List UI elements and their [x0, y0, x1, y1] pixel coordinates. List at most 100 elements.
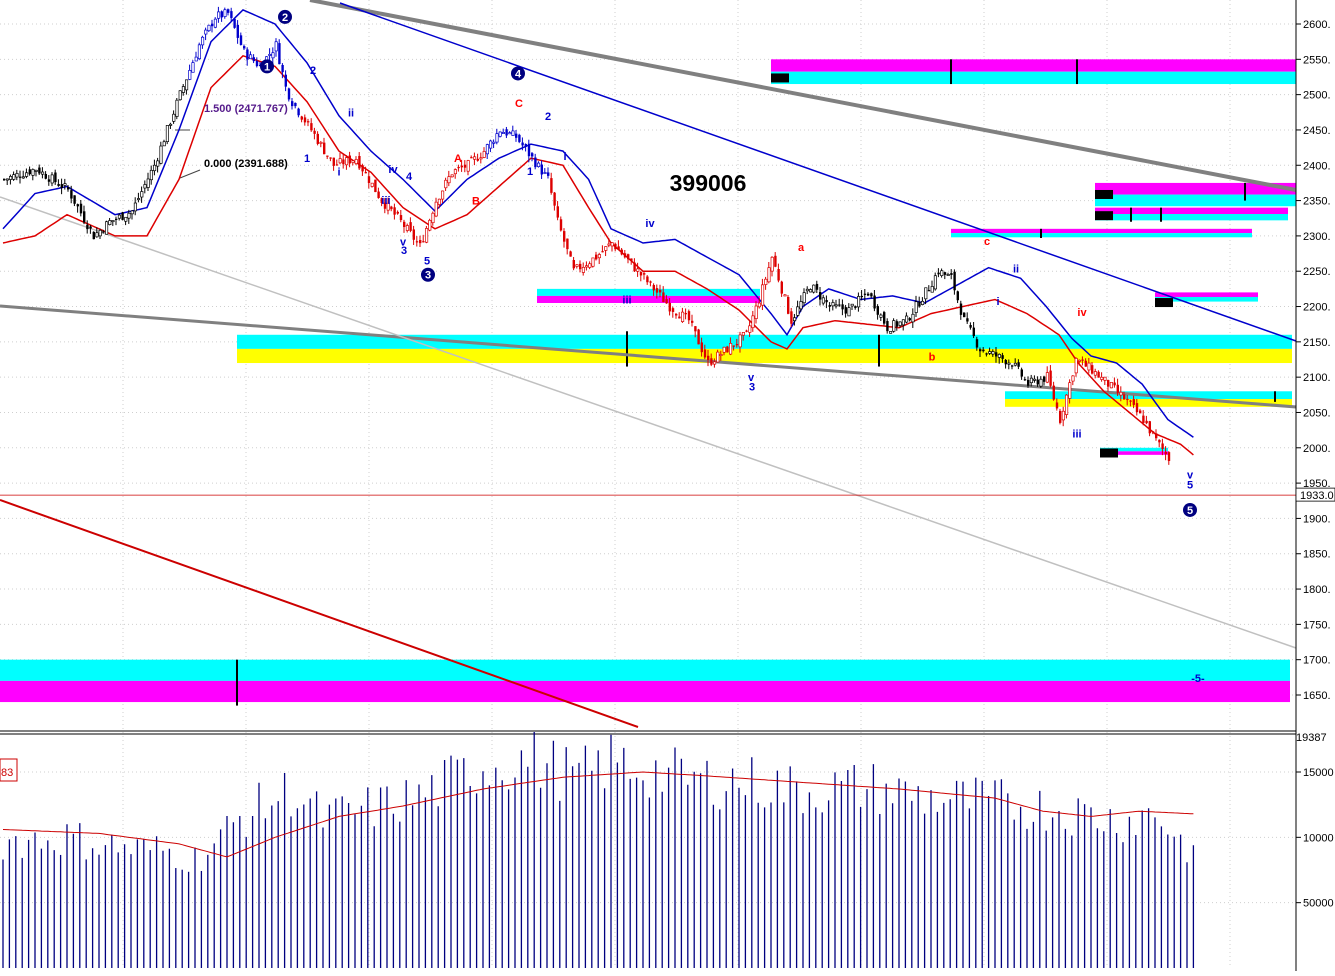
candle-body-down: [867, 293, 870, 296]
axis-tick-label: 2300.: [1303, 231, 1331, 243]
candle-body-down: [236, 24, 239, 38]
candle-body-down: [687, 311, 691, 321]
candle-body-down: [297, 108, 300, 116]
candle-body-down: [531, 153, 534, 157]
wave-label: A: [454, 153, 462, 165]
candle-body-up: [591, 257, 595, 267]
candle-body-down: [710, 358, 713, 365]
candle-body-down: [863, 293, 867, 295]
candle-body-down: [937, 272, 940, 275]
candle-body-up: [805, 288, 809, 292]
candle-body-up: [892, 320, 896, 332]
candle-body-down: [230, 11, 233, 18]
candle-body-down: [255, 60, 259, 67]
candle-body-down: [364, 172, 367, 174]
candle-body-down: [841, 304, 844, 310]
candle-body-up: [197, 44, 201, 60]
candle-body-up: [930, 286, 934, 293]
candle-body-down: [476, 158, 479, 161]
candle-body-up: [783, 294, 787, 297]
candle-body-down: [975, 339, 979, 348]
candle-body-up: [213, 18, 217, 28]
candle-body-up: [1100, 376, 1104, 380]
candle-body-up: [249, 54, 253, 60]
candle-body-up: [713, 361, 717, 365]
candle-body-down: [246, 49, 249, 60]
candle-body-down: [1142, 415, 1145, 423]
candle-body-down: [524, 144, 527, 147]
candle-body-up: [597, 254, 601, 259]
volume-max-label: 19387: [1296, 732, 1327, 744]
candle-body-up: [338, 158, 342, 164]
candle-body-up: [850, 303, 854, 307]
chart-svg: 1234521iii iv4iiiv35ABC2i1iviiiv3abciiiiv…: [0, 0, 1335, 971]
candle-body-down: [313, 130, 316, 134]
zone-marker-block: [1095, 189, 1113, 199]
candle-body-up: [162, 141, 166, 147]
candle-body-down: [953, 271, 956, 291]
zone-band-0: [237, 348, 1292, 364]
candle-body-up: [21, 176, 25, 179]
candle-body-up: [575, 264, 579, 267]
candle-body-down: [870, 293, 873, 297]
candle-body-down: [665, 299, 668, 304]
candle-body-down: [678, 316, 681, 319]
candle-body-up: [130, 210, 134, 215]
candle-body-down: [121, 212, 124, 220]
candle-body-up: [191, 62, 195, 73]
candle-body-down: [54, 172, 57, 183]
candle-body-up: [933, 275, 937, 290]
candle-body-down: [342, 159, 345, 165]
candle-body-down: [396, 211, 399, 214]
candle-body-down: [652, 284, 655, 291]
candle-body-down: [278, 43, 281, 65]
candle-body-down: [329, 157, 332, 159]
candle-body-down: [291, 101, 294, 107]
candle-body-down: [76, 204, 79, 207]
axis-tick-label: 2100.: [1303, 372, 1331, 384]
candle-body-down: [883, 312, 886, 324]
candle-body-down: [422, 241, 425, 243]
candle-body-up: [921, 300, 925, 305]
candle-body-down: [28, 169, 31, 175]
candle-body-down: [787, 296, 790, 314]
candle-body-up: [351, 160, 355, 163]
candle-body-up: [495, 133, 499, 143]
axis-tick-label: 15000: [1303, 767, 1334, 779]
candle-body-up: [41, 171, 45, 175]
candle-body-down: [547, 172, 550, 176]
wave-label: a: [798, 242, 805, 254]
candle-body-up: [812, 284, 816, 293]
candle-body-up: [741, 332, 745, 336]
candle-body-up: [1029, 377, 1033, 384]
candle-body-up: [636, 268, 640, 272]
price-axis: 2600. 2550. 2500. 2450. 2400. 2350. 2300. 2250.…: [1295, 0, 1335, 971]
candle-body-up: [405, 225, 409, 231]
candle-body-up: [428, 219, 432, 231]
candle-body-down: [515, 133, 518, 138]
candle-body-up: [719, 354, 723, 356]
candle-body-down: [415, 241, 419, 243]
candle-body-up: [911, 313, 915, 323]
candle-body-up: [681, 311, 685, 322]
candle-body-down: [348, 155, 351, 164]
candle-body-down: [627, 254, 630, 260]
candle-body-down: [819, 292, 822, 300]
candle-body-down: [377, 191, 380, 198]
candle-body-down: [67, 187, 70, 190]
candle-body-up: [770, 256, 774, 272]
candle-body-up: [834, 304, 838, 307]
wave-label: C: [515, 98, 523, 110]
candle-body-up: [722, 346, 726, 353]
wave-label: c: [984, 236, 990, 248]
candle-body-down: [620, 249, 623, 255]
candle-body-down: [521, 142, 524, 146]
candle-body-down: [1132, 399, 1135, 405]
wave-label: 3: [749, 381, 755, 393]
candle-body-down: [649, 281, 652, 283]
candle-body-up: [268, 53, 272, 56]
candle-body-down: [374, 179, 377, 193]
zone-band-6: [1095, 207, 1288, 214]
candle-body-down: [390, 206, 393, 210]
candle-body-down: [73, 195, 76, 204]
